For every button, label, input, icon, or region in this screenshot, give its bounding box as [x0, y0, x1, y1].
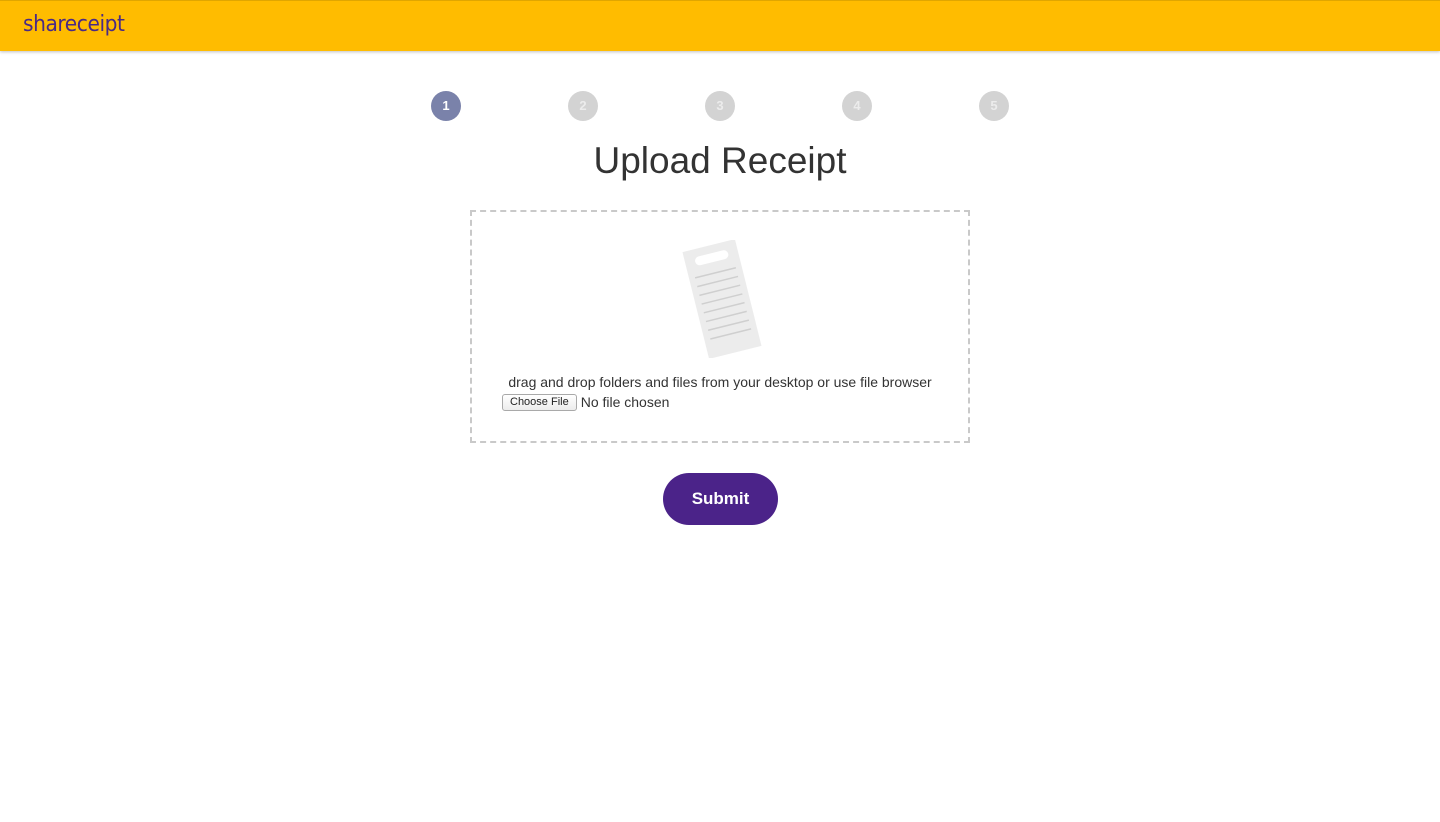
progress-stepper: 1 2 3 4 5 [431, 91, 1011, 121]
file-status: No file chosen [580, 394, 670, 410]
brand-logo[interactable]: shareceipt [23, 12, 125, 37]
dropzone-instructions: drag and drop folders and files from you… [508, 374, 932, 390]
submit-button[interactable]: Submit [663, 473, 778, 525]
page-title: Upload Receipt [593, 140, 847, 181]
file-dropzone[interactable]: drag and drop folders and files from you… [470, 210, 970, 443]
step-1: 1 [431, 91, 461, 121]
step-5: 5 [979, 91, 1009, 121]
top-app-bar: shareceipt [0, 0, 1440, 51]
receipt-icon [682, 240, 762, 358]
step-3: 3 [705, 91, 735, 121]
file-input: Choose File No file chosen [502, 392, 669, 412]
step-2: 2 [568, 91, 598, 121]
choose-file-button[interactable]: Choose File [502, 393, 577, 411]
step-4: 4 [842, 91, 872, 121]
